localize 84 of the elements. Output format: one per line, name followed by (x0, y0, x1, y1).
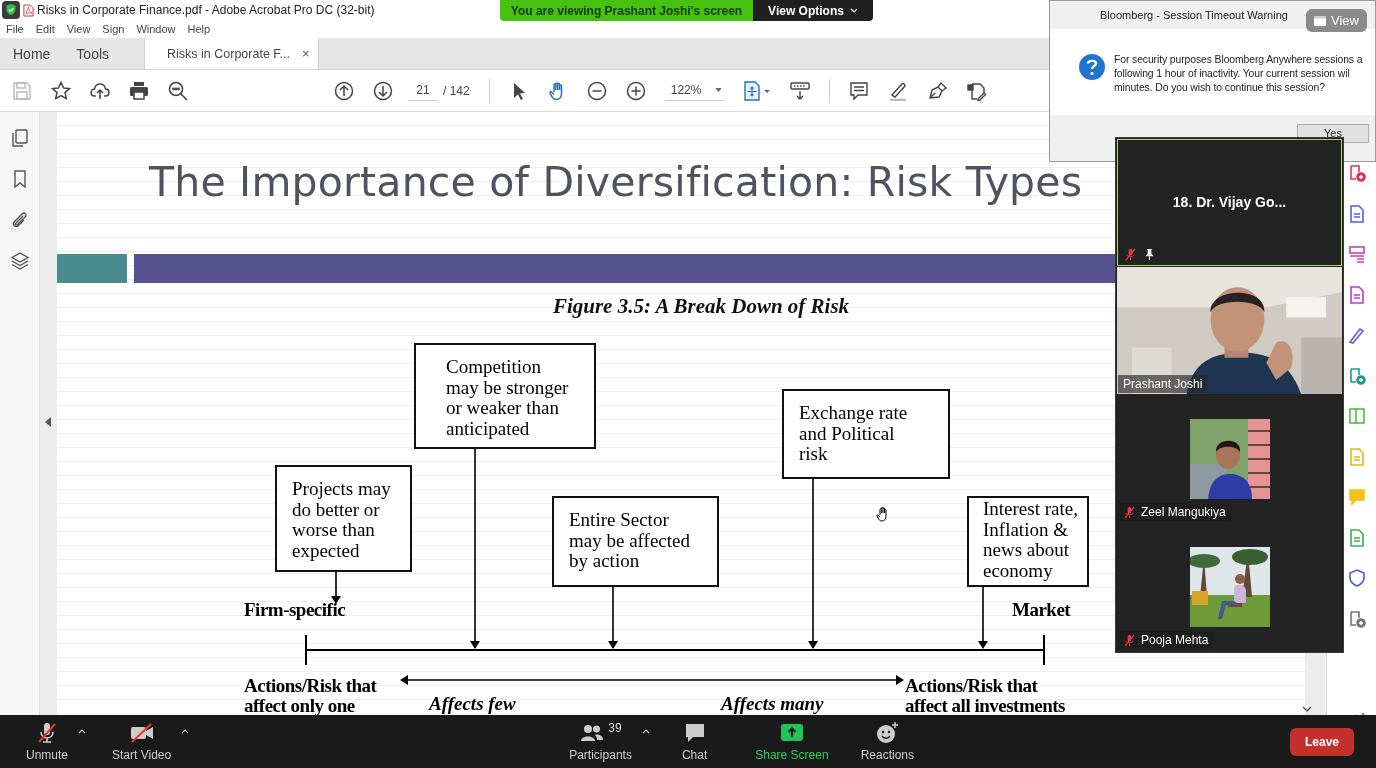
print-icon[interactable] (129, 80, 149, 101)
diagram-box: Projects may do better or worse than expected (275, 465, 412, 572)
menu-item[interactable]: View (66, 23, 91, 35)
chevron-icon (849, 8, 858, 13)
participant-tile[interactable]: 18. Dr. Vijay Go... (1117, 139, 1342, 266)
pages-icon[interactable] (9, 128, 30, 148)
share-banner: You are viewing Prashant Joshi's screen (500, 0, 753, 21)
dialog-title: Bloomberg - Session Timeout Warning (1100, 9, 1288, 21)
edit-document-icon[interactable] (966, 80, 987, 101)
document-icon[interactable] (1348, 204, 1366, 223)
list-icon[interactable] (1348, 245, 1366, 263)
caret-icon[interactable] (641, 729, 650, 734)
emoji-icon (875, 721, 900, 745)
dropdown-icon[interactable] (715, 88, 723, 92)
leave-button[interactable]: Leave (1289, 727, 1354, 756)
zoom-out-icon[interactable] (586, 80, 607, 101)
window-icon (1314, 15, 1326, 26)
fit-page-icon[interactable] (743, 80, 772, 101)
highlighter-icon[interactable] (888, 80, 909, 101)
participant-tile[interactable]: Prashant Joshi (1117, 267, 1342, 394)
close-button[interactable]: × (302, 46, 310, 61)
view-options-button[interactable]: View Options (753, 0, 873, 21)
accent-bar (57, 254, 127, 283)
diagram-label: Affects few (429, 694, 517, 714)
caret-icon[interactable] (181, 729, 190, 734)
pen-icon[interactable] (927, 80, 948, 101)
previous-page-icon[interactable] (334, 80, 354, 101)
plus-circle-icon[interactable] (1348, 164, 1366, 182)
pen-icon[interactable] (1348, 326, 1366, 344)
collapse-icon[interactable] (45, 417, 51, 427)
document-icon[interactable] (1348, 285, 1366, 304)
scroll-down-icon[interactable] (1302, 706, 1312, 712)
caret-icon[interactable] (78, 729, 87, 734)
tab[interactable]: Risks in Corporate F... × (144, 38, 319, 69)
diagram-box: Competition may be stronger or weaker than anticipated (414, 343, 596, 449)
toolbar-button[interactable]: Reactions (856, 719, 918, 764)
arrow (331, 571, 341, 604)
question-icon (1078, 53, 1106, 81)
window-title: Risks in Corporate Finance.pdf - Adobe Acrobat Pro DC (32-bit) (37, 3, 375, 17)
tab[interactable]: Tools (63, 38, 123, 69)
plus-circle-icon[interactable] (1348, 366, 1366, 385)
dialog-message: For security purposes Bloomberg Anywhere sessions a following 1 hour of inactivity. Your current session wil minutes. Do you wish to continue this session? (1114, 53, 1363, 95)
upload-icon[interactable] (90, 80, 110, 101)
scale-label: Firm-specific (244, 600, 346, 620)
slide-title: The Importance of Diversification: Risk Types (149, 157, 1083, 208)
toolbar-button[interactable]: 39 Participants (565, 719, 636, 764)
camera-icon (128, 721, 155, 745)
menu-item[interactable]: Sign (102, 23, 125, 35)
tab[interactable]: Home (0, 38, 64, 69)
layers-icon[interactable] (9, 251, 30, 271)
name-text: Pooja Mehta (1141, 633, 1209, 647)
page-number-field[interactable]: 21 (408, 80, 438, 101)
name-text: Prashant Joshi (1123, 377, 1203, 391)
diagram-box: Exchange rate and Political risk (782, 389, 950, 479)
diagram-box: Interest rate, Inflation & news about economy (967, 496, 1089, 587)
scroll-mode-icon[interactable] (790, 80, 811, 101)
diagram-label: Actions/Risk that affect all investments (905, 676, 1066, 715)
diagram-box: Entire Sector may be affected by action (552, 496, 719, 587)
toolbar-button[interactable]: Chat (677, 719, 712, 764)
menu-item[interactable]: File (6, 23, 24, 35)
participant-name: 18. Dr. Vijay Go... (1172, 193, 1287, 210)
scale-label: Market (1012, 600, 1071, 620)
microphone-icon (35, 721, 59, 745)
diagram-label: Affects many (721, 694, 825, 714)
arrow (978, 586, 988, 649)
zoom-in-icon[interactable] (625, 80, 646, 101)
figure-caption: Figure 3.5: A Break Down of Risk (551, 294, 851, 319)
star-icon[interactable] (51, 80, 71, 101)
menu-item[interactable]: Edit (35, 23, 55, 35)
toolbar-button[interactable]: Unmute (22, 719, 73, 764)
comment-icon[interactable] (849, 80, 870, 101)
next-page-icon[interactable] (373, 80, 393, 101)
arrow (608, 586, 618, 649)
toolbar-button[interactable]: Start Video (108, 719, 176, 764)
search-icon[interactable] (168, 80, 188, 101)
pdf-icon (23, 3, 34, 17)
zoom-field[interactable]: 122% (664, 80, 725, 101)
plus-circle-icon[interactable] (1348, 609, 1366, 628)
shield-icon[interactable] (1348, 569, 1366, 587)
page-total: / 142 (443, 83, 470, 98)
name-text: Zeel Mangukiya (1141, 505, 1226, 519)
menu-item[interactable]: Help (187, 23, 211, 35)
toolbar-button[interactable]: Share Screen (751, 719, 833, 764)
menu-item[interactable]: Window (136, 23, 176, 35)
